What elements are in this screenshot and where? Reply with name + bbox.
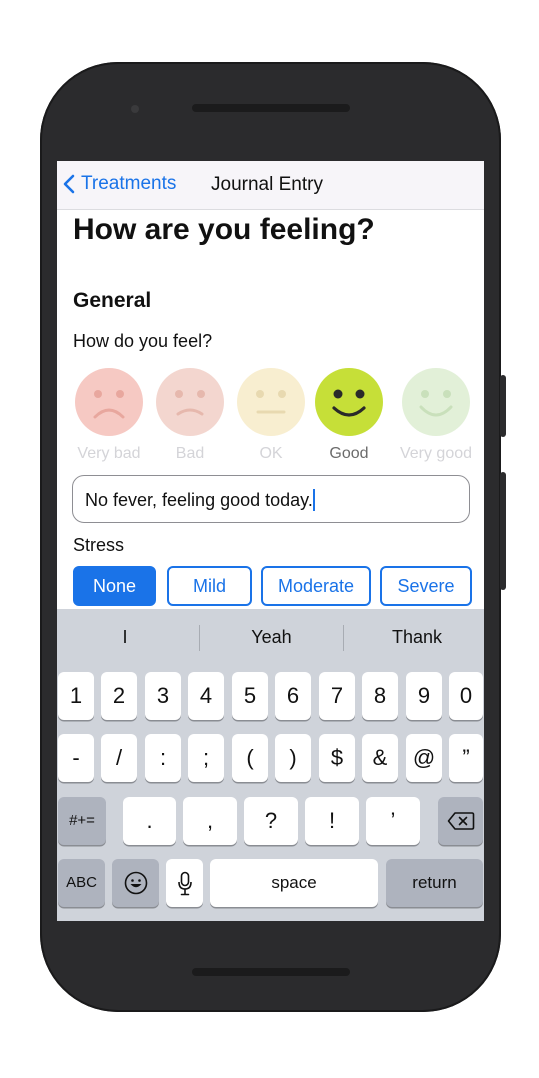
key-slash[interactable]: / xyxy=(101,734,137,782)
mood-label: Good xyxy=(329,445,369,462)
neutral-face-icon xyxy=(237,368,305,436)
very-happy-face-icon xyxy=(402,368,470,436)
key-colon[interactable]: : xyxy=(145,734,181,782)
microphone-icon xyxy=(177,871,192,896)
note-text: No fever, feeling good today. xyxy=(85,490,313,510)
suggestion-item[interactable]: I xyxy=(57,627,193,648)
mood-bad[interactable]: Bad xyxy=(154,367,226,463)
front-camera xyxy=(131,105,139,113)
space-key[interactable]: space xyxy=(210,859,378,907)
chevron-left-icon xyxy=(63,174,75,194)
mood-label: Very bad xyxy=(77,445,141,462)
key-semicolon[interactable]: ; xyxy=(188,734,224,782)
stress-mild-button[interactable]: Mild xyxy=(167,566,252,606)
back-button[interactable]: Treatments xyxy=(63,173,176,195)
stress-label: Stress xyxy=(73,535,125,555)
app-screen: Treatments Journal Entry How are you fee… xyxy=(57,161,484,921)
mood-question: How do you feel? xyxy=(73,331,213,351)
navigation-bar: Treatments Journal Entry xyxy=(57,161,484,210)
mood-very-bad[interactable]: Very bad xyxy=(73,367,145,463)
back-label: Treatments xyxy=(81,173,177,194)
stress-moderate-button[interactable]: Moderate xyxy=(261,566,371,606)
suggestion-bar: I Yeah Thank xyxy=(57,609,484,665)
backspace-icon xyxy=(447,812,474,830)
mood-very-good[interactable]: Very good xyxy=(395,367,477,463)
power-button xyxy=(500,472,506,590)
key-6[interactable]: 6 xyxy=(275,672,311,720)
keyboard: I Yeah Thank 1 2 3 4 5 6 7 8 9 0 - / : ;… xyxy=(57,609,484,921)
key-more-symbols[interactable]: #+= xyxy=(58,797,106,845)
key-apostrophe[interactable]: ’ xyxy=(366,797,420,845)
section-title: General xyxy=(73,289,152,312)
mood-ok[interactable]: OK xyxy=(235,367,307,463)
key-comma[interactable]: , xyxy=(183,797,237,845)
suggestion-item[interactable]: Yeah xyxy=(200,627,343,648)
stress-severe-button[interactable]: Severe xyxy=(380,566,472,606)
text-cursor xyxy=(312,489,315,511)
suggestion-item[interactable]: Thank xyxy=(344,627,484,648)
emoji-key[interactable] xyxy=(112,859,159,907)
bottom-speaker xyxy=(192,968,350,976)
key-exclamation[interactable]: ! xyxy=(305,797,359,845)
key-close-paren[interactable]: ) xyxy=(275,734,311,782)
key-at[interactable]: @ xyxy=(406,734,442,782)
key-7[interactable]: 7 xyxy=(319,672,355,720)
return-key[interactable]: return xyxy=(386,859,483,907)
mood-label: Very good xyxy=(399,445,473,462)
key-question[interactable]: ? xyxy=(244,797,298,845)
key-open-paren[interactable]: ( xyxy=(232,734,268,782)
key-0[interactable]: 0 xyxy=(449,672,483,720)
happy-face-icon xyxy=(315,368,383,436)
key-1[interactable]: 1 xyxy=(58,672,94,720)
key-hyphen[interactable]: - xyxy=(58,734,94,782)
key-quote[interactable]: ” xyxy=(449,734,483,782)
top-speaker xyxy=(192,104,350,112)
mood-label: Bad xyxy=(175,445,205,462)
key-dollar[interactable]: $ xyxy=(319,734,355,782)
key-3[interactable]: 3 xyxy=(145,672,181,720)
backspace-key[interactable] xyxy=(438,797,483,845)
key-5[interactable]: 5 xyxy=(232,672,268,720)
volume-button xyxy=(500,375,506,437)
page-title: How are you feeling? xyxy=(73,213,375,246)
nav-title: Journal Entry xyxy=(211,174,323,195)
stress-options: None Mild Moderate Severe xyxy=(73,566,473,608)
mood-good[interactable]: Good xyxy=(313,367,385,463)
key-abc[interactable]: ABC xyxy=(58,859,105,907)
key-period[interactable]: . xyxy=(123,797,176,845)
key-2[interactable]: 2 xyxy=(101,672,137,720)
key-4[interactable]: 4 xyxy=(188,672,224,720)
very-sad-face-icon xyxy=(75,368,143,436)
note-input[interactable]: No fever, feeling good today. xyxy=(72,475,470,523)
key-ampersand[interactable]: & xyxy=(362,734,398,782)
sad-face-icon xyxy=(156,368,224,436)
microphone-key[interactable] xyxy=(166,859,203,907)
key-8[interactable]: 8 xyxy=(362,672,398,720)
key-9[interactable]: 9 xyxy=(406,672,442,720)
mood-selector: Very bad Bad OK Good Very good xyxy=(73,367,477,467)
mood-label: OK xyxy=(259,445,283,462)
stress-none-button[interactable]: None xyxy=(73,566,156,606)
emoji-icon xyxy=(124,871,147,895)
